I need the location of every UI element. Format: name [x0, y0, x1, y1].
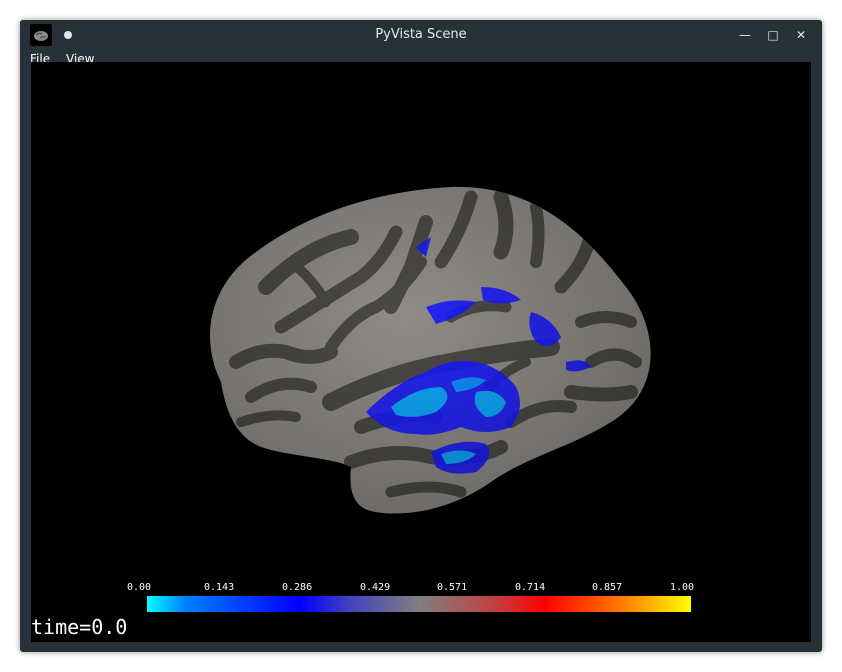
render-viewport[interactable]: 0.00 0.143 0.286 0.429 0.571 0.714 0.857… [31, 62, 811, 642]
colorbar-tick-label: 0.00 [127, 582, 152, 593]
menu-bar: File View [20, 50, 822, 62]
colorbar-tick-label: 0.571 [437, 582, 468, 593]
colorbar-tick-label: 0.143 [204, 582, 235, 593]
colorbar-tick-label: 1.00 [670, 582, 695, 593]
title-bar[interactable]: PyVista Scene — □ ✕ [20, 20, 822, 50]
close-button[interactable]: ✕ [791, 25, 811, 45]
minimize-button[interactable]: — [735, 25, 755, 45]
colorbar-tick-label: 0.714 [515, 582, 546, 593]
brain-surface[interactable] [31, 62, 811, 562]
menu-file[interactable]: File [30, 53, 50, 62]
colorbar [147, 596, 691, 612]
colorbar-tick-label: 0.286 [282, 582, 313, 593]
colorbar-tick-label: 0.429 [360, 582, 391, 593]
colorbar-tick-labels: 0.00 0.143 0.286 0.429 0.571 0.714 0.857… [31, 581, 811, 595]
colorbar-tick-label: 0.857 [592, 582, 623, 593]
app-window: PyVista Scene — □ ✕ File View 0.00 0.143… [20, 20, 822, 652]
maximize-button[interactable]: □ [763, 25, 783, 45]
window-title: PyVista Scene [375, 27, 467, 42]
time-label: time=0.0 [31, 615, 128, 639]
menu-view[interactable]: View [66, 53, 94, 62]
